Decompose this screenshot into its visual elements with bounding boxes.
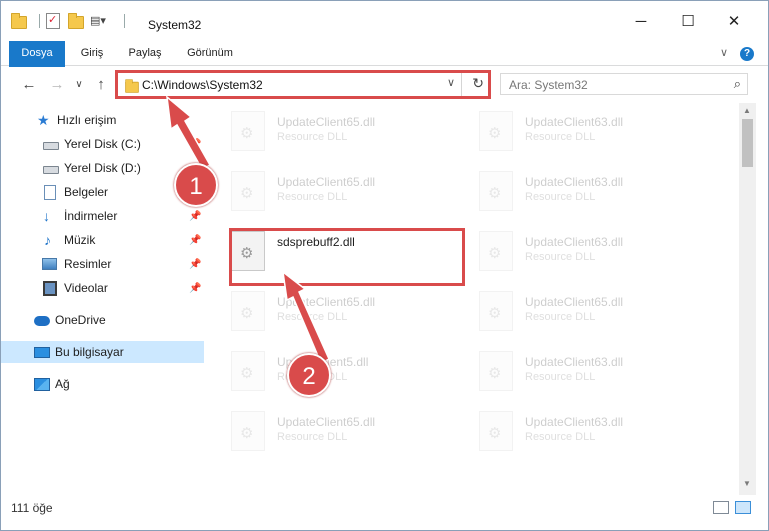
step-1-badge: 1 <box>174 163 218 207</box>
explorer-window: ▤▾ System32 ─ ☐ ✕ Dosya Giriş Paylaş Gör… <box>0 0 769 531</box>
annotation-arrows <box>166 95 330 365</box>
arrow-1-shape <box>166 95 212 170</box>
step-2-badge: 2 <box>287 353 331 397</box>
arrow-2-shape <box>281 270 330 365</box>
